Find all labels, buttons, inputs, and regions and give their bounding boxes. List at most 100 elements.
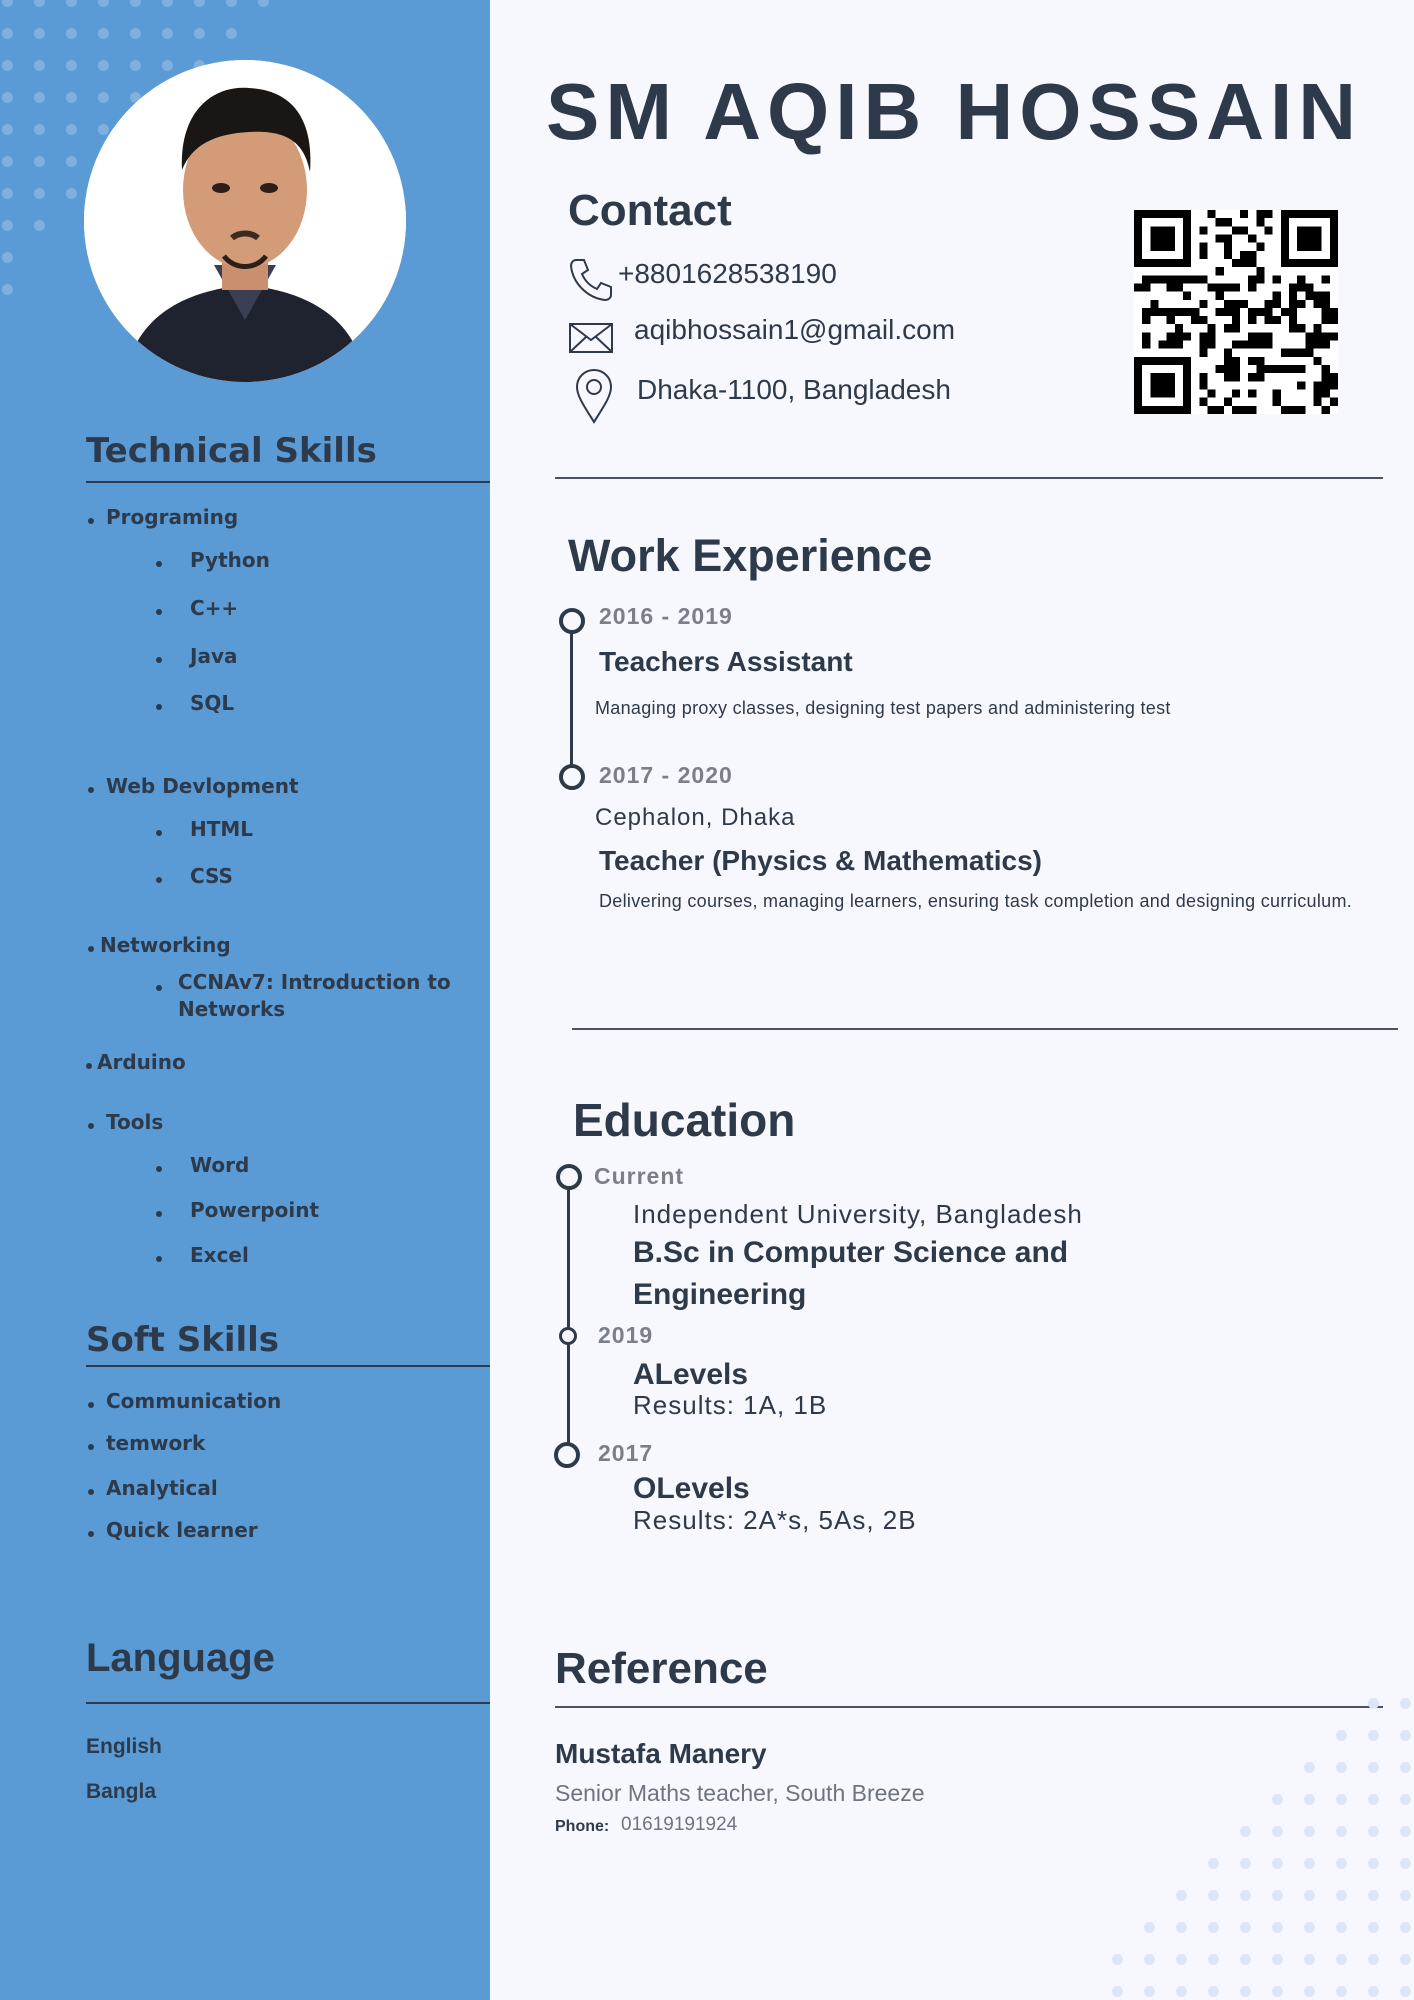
timeline-marker (554, 1442, 580, 1468)
skill-item: SQL (190, 691, 235, 715)
decorative-dot (1336, 1986, 1347, 1997)
bullet (88, 1402, 94, 1408)
decorative-dot (1336, 1922, 1347, 1933)
decorative-dot (1240, 1826, 1251, 1837)
decorative-dot (1368, 1698, 1379, 1709)
education-degree: B.Sc in Computer Science and (633, 1236, 1069, 1269)
decorative-dot (1400, 1730, 1411, 1741)
decorative-dot (66, 156, 77, 167)
education-heading: Education (573, 1094, 796, 1146)
skill-item: HTML (190, 817, 254, 841)
reference-title: Senior Maths teacher, South Breeze (555, 1780, 925, 1806)
reference-heading: Reference (555, 1644, 768, 1693)
decorative-dot (1112, 1954, 1123, 1965)
education-date: 2019 (598, 1322, 654, 1348)
skill-category-networking: Networking (100, 933, 231, 957)
contact-location: Dhaka-1100, Bangladesh (637, 374, 951, 405)
decorative-dot (2, 124, 13, 135)
decorative-dot (1208, 1890, 1219, 1901)
divider (86, 1702, 490, 1704)
bullet (156, 1166, 162, 1172)
skill-item: Networks (178, 997, 286, 1021)
decorative-dot (1304, 1890, 1315, 1901)
decorative-dot (1240, 1954, 1251, 1965)
decorative-dot (34, 28, 45, 39)
language-item: English (86, 1735, 162, 1758)
decorative-dot (226, 0, 237, 7)
decorative-dot (2, 0, 13, 7)
qr-code (1134, 210, 1338, 414)
skill-item: Java (190, 644, 238, 668)
soft-skill-item: Quick learner (106, 1518, 258, 1542)
decorative-dot (1240, 1986, 1251, 1997)
decorative-dot (34, 0, 45, 7)
bullet (88, 1444, 94, 1450)
decorative-dot (1368, 1922, 1379, 1933)
decorative-dot (98, 124, 109, 135)
skill-item: Powerpoint (190, 1198, 320, 1222)
decorative-dot (66, 28, 77, 39)
reference-phone-label: Phone: (555, 1818, 610, 1835)
decorative-dot (162, 28, 173, 39)
decorative-dot (1336, 1826, 1347, 1837)
phone-icon (569, 259, 612, 302)
decorative-dot (1336, 1890, 1347, 1901)
decorative-dot (1176, 1986, 1187, 1997)
decorative-dot (1336, 1858, 1347, 1869)
timeline-marker (559, 608, 585, 634)
bullet (156, 704, 162, 710)
decorative-dot (1368, 1986, 1379, 1997)
decorative-dot (2, 28, 13, 39)
decorative-dot (1112, 1986, 1123, 1997)
decorative-dot (1400, 1826, 1411, 1837)
decorative-dot (1272, 1922, 1283, 1933)
skill-item: CCNAv7: Introduction to (178, 970, 451, 994)
decorative-dot (1304, 1986, 1315, 1997)
decorative-dot (1208, 1858, 1219, 1869)
bullet (156, 830, 162, 836)
decorative-dot (2, 156, 13, 167)
profile-photo (84, 60, 406, 382)
soft-skill-item: temwork (106, 1431, 206, 1455)
decorative-dot (1304, 1858, 1315, 1869)
decorative-dot (1272, 1890, 1283, 1901)
soft-skill-item: Analytical (106, 1476, 218, 1500)
education-degree: OLevels (633, 1472, 750, 1505)
decorative-dot (1368, 1890, 1379, 1901)
decorative-dot (1208, 1986, 1219, 1997)
decorative-dot (34, 124, 45, 135)
decorative-dot (1272, 1986, 1283, 1997)
decorative-dot (194, 28, 205, 39)
contact-heading: Contact (568, 186, 732, 235)
location-pin-icon (575, 368, 613, 424)
decorative-dot (34, 188, 45, 199)
decorative-dot (1368, 1826, 1379, 1837)
decorative-dot (1336, 1794, 1347, 1805)
decorative-dot (1304, 1922, 1315, 1933)
bullet (156, 561, 162, 567)
decorative-dot (1336, 1954, 1347, 1965)
decorative-dot (2, 220, 13, 231)
decorative-dot (162, 0, 173, 7)
decorative-dot (66, 124, 77, 135)
contact-phone: +8801628538190 (618, 258, 837, 289)
decorative-dot (1400, 1922, 1411, 1933)
mail-icon (569, 323, 613, 353)
education-date: Current (594, 1163, 685, 1189)
decorative-dot (2, 284, 13, 295)
job-role: Teachers Assistant (599, 646, 853, 677)
decorative-dot (1208, 1954, 1219, 1965)
reference-name: Mustafa Manery (555, 1738, 767, 1769)
bullet (88, 787, 94, 793)
decorative-dot (162, 60, 173, 71)
education-degree: ALevels (633, 1358, 749, 1391)
decorative-dot (1304, 1794, 1315, 1805)
decorative-dot (98, 0, 109, 7)
sidebar: Technical Skills Programing Python C++ J… (0, 0, 490, 2000)
bullet (156, 609, 162, 615)
decorative-dot (1400, 1986, 1411, 1997)
bullet (86, 1063, 92, 1069)
decorative-dot (1400, 1762, 1411, 1773)
decorative-dot (1336, 1730, 1347, 1741)
education-school: Independent University, Bangladesh (633, 1199, 1083, 1229)
